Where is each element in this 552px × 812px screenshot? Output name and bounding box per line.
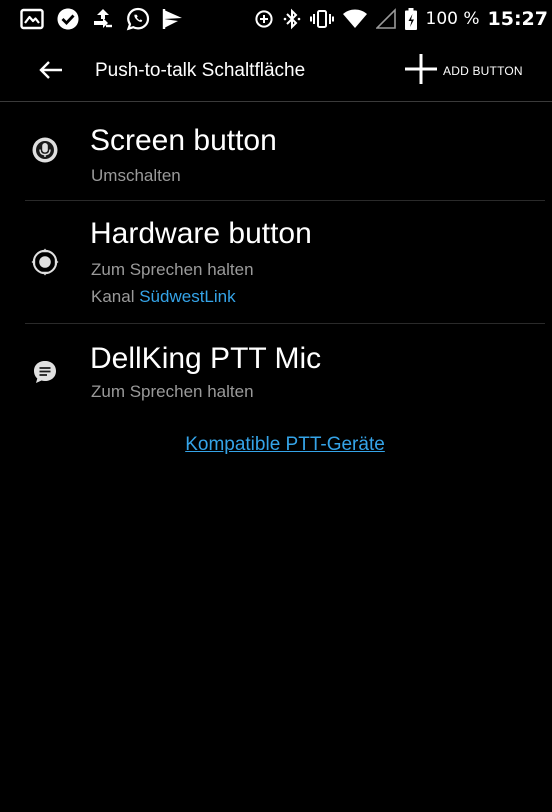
message-icon (31, 358, 59, 386)
add-button-label: ADD BUTTON (443, 64, 523, 78)
page-title: Push-to-talk Schaltfläche (95, 60, 306, 81)
item-subtitle: Umschalten (91, 166, 181, 185)
channel-line: Kanal SüdwestLink (91, 287, 236, 307)
list-item-screen-button[interactable]: Screen button Umschalten (0, 102, 552, 200)
status-bar: 100 % 15:27 (0, 0, 552, 40)
data-saver-icon (254, 9, 274, 29)
arrow-back-icon (38, 59, 64, 85)
plus-icon (403, 52, 439, 90)
gallery-icon (20, 8, 44, 30)
list-item-dellking-ptt-mic[interactable]: DellKing PTT Mic Zum Sprechen halten (0, 324, 552, 414)
flag-icon (162, 7, 184, 31)
battery-icon (404, 7, 418, 31)
add-button[interactable]: ADD BUTTON (403, 54, 523, 88)
item-title: DellKing PTT Mic (90, 342, 322, 375)
vibrate-icon (309, 8, 334, 30)
channel-prefix: Kanal (91, 287, 135, 306)
bluetooth-icon (282, 8, 302, 30)
status-clock: 15:27 (487, 8, 548, 30)
item-title: Screen button (90, 124, 277, 157)
battery-percent: 100 % (425, 9, 480, 29)
system-status-icons: 100 % 15:27 (254, 6, 548, 32)
app-bar: Push-to-talk Schaltfläche ADD BUTTON (0, 40, 552, 102)
list-item-hardware-button[interactable]: Hardware button Zum Sprechen halten Kana… (0, 201, 552, 323)
cell-signal-icon (375, 8, 396, 30)
transfer-arrows-icon (92, 7, 114, 31)
whatsapp-icon (126, 7, 150, 31)
notification-icons (20, 6, 184, 32)
hardware-dpad-icon (31, 248, 59, 276)
channel-name-link[interactable]: SüdwestLink (139, 287, 235, 306)
microphone-icon (31, 136, 59, 164)
item-subtitle: Zum Sprechen halten (91, 382, 254, 401)
item-subtitle: Zum Sprechen halten (91, 260, 254, 279)
compatible-ptt-devices-link[interactable]: Kompatible PTT-Geräte (0, 434, 552, 456)
item-title: Hardware button (90, 217, 312, 250)
back-button[interactable] (34, 58, 68, 86)
ptt-button-settings-screen: 100 % 15:27 Push-to-talk Schaltfläche AD… (0, 0, 552, 812)
wifi-icon (342, 8, 368, 30)
messaging-check-icon (56, 7, 80, 31)
